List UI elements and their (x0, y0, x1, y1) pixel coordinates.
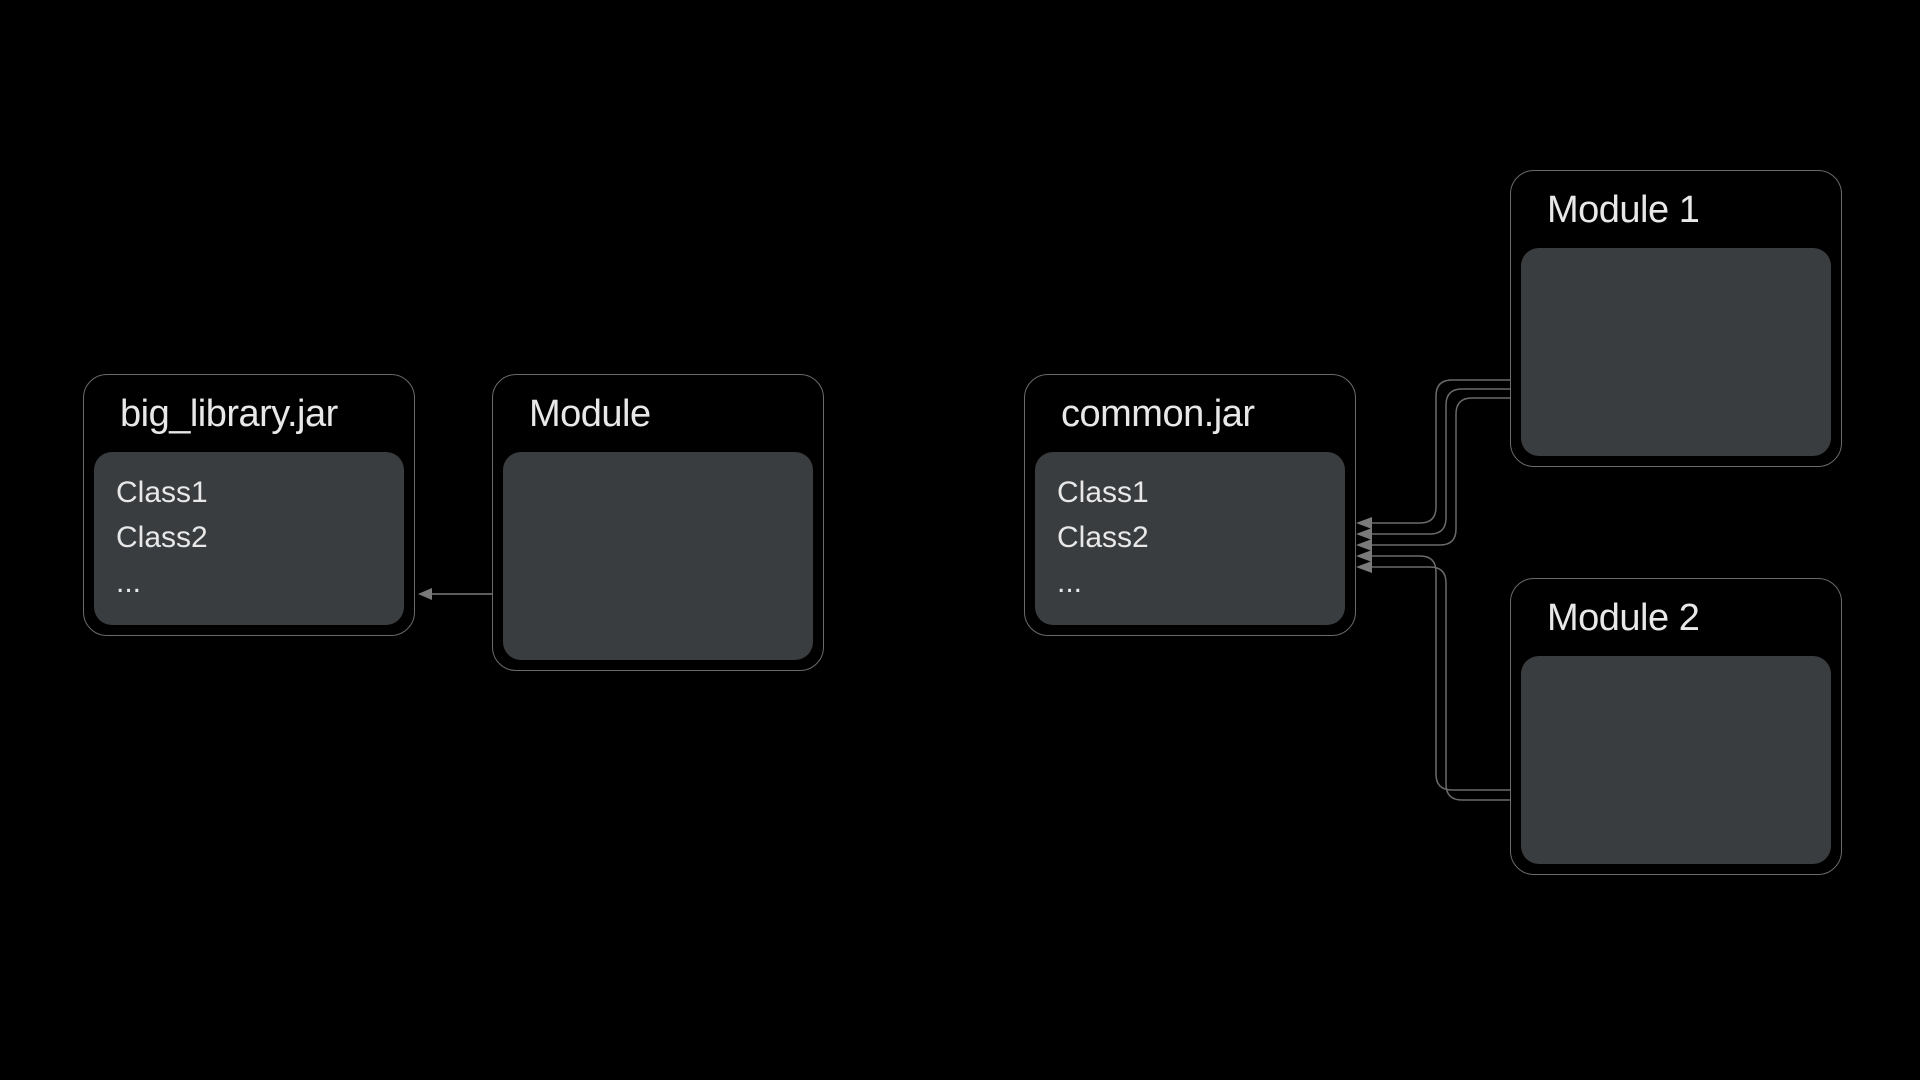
box-body-big-library: Class1 Class2 ... (94, 452, 404, 625)
multi-wires (1372, 380, 1510, 800)
box-title-module-1: Module 1 (1521, 189, 1831, 248)
class-line: Class1 (116, 470, 382, 515)
box-module-2: Module 2 (1510, 578, 1842, 875)
box-module-1: Module 1 (1510, 170, 1842, 467)
multi-arrowheads (1356, 517, 1372, 573)
box-body-common-jar: Class1 Class2 ... (1035, 452, 1345, 625)
box-module: Module (492, 374, 824, 671)
class-line: Class2 (116, 515, 382, 560)
box-big-library: big_library.jar Class1 Class2 ... (83, 374, 415, 636)
class-line: ... (1057, 560, 1323, 605)
box-title-big-library: big_library.jar (94, 393, 404, 452)
class-line: Class2 (1057, 515, 1323, 560)
box-body-module-2 (1521, 656, 1831, 864)
box-title-common-jar: common.jar (1035, 393, 1345, 452)
arrow-module-to-library (418, 588, 492, 600)
box-title-module-2: Module 2 (1521, 597, 1831, 656)
box-body-module-1 (1521, 248, 1831, 456)
box-common-jar: common.jar Class1 Class2 ... (1024, 374, 1356, 636)
box-title-module: Module (503, 393, 813, 452)
box-body-module (503, 452, 813, 660)
class-line: Class1 (1057, 470, 1323, 515)
class-line: ... (116, 560, 382, 605)
